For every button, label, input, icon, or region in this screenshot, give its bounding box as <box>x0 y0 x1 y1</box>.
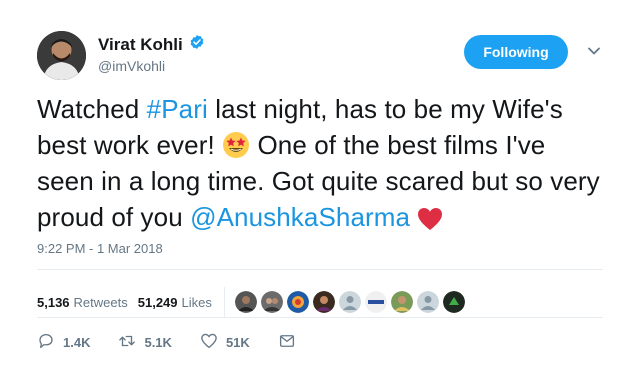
liker-avatar[interactable] <box>364 291 387 313</box>
tweet-stats: 5,136 Retweets 51,249 Likes <box>37 287 465 317</box>
liker-avatar[interactable] <box>260 291 283 313</box>
liker-avatar[interactable] <box>286 291 309 313</box>
heart-icon <box>200 332 218 353</box>
tweet-text-segment: Watched <box>37 94 147 124</box>
reply-count: 1.4K <box>63 335 91 350</box>
direct-message-button[interactable] <box>278 332 296 353</box>
retweet-icon <box>118 332 136 353</box>
liker-avatar[interactable] <box>338 291 361 313</box>
like-count: 51K <box>225 335 250 350</box>
chevron-down-icon[interactable] <box>587 44 601 58</box>
likes-label[interactable]: Likes <box>182 295 212 310</box>
tweet-timestamp[interactable]: 9:22 PM - 1 Mar 2018 <box>37 241 163 256</box>
author-name-row[interactable]: Virat Kohli <box>98 34 205 55</box>
following-button[interactable]: Following <box>464 35 568 69</box>
liker-avatar[interactable] <box>416 291 439 313</box>
retweets-count[interactable]: 5,136 <box>37 295 70 310</box>
mention-link[interactable]: @AnushkaSharma <box>190 202 410 232</box>
retweet-count: 5.1K <box>144 335 172 350</box>
liker-avatar[interactable] <box>390 291 413 313</box>
hashtag-link[interactable]: #Pari <box>147 94 208 124</box>
tweet-text: Watched #Pari last night, has to be my W… <box>37 91 607 235</box>
liker-avatar[interactable] <box>234 291 257 313</box>
author-avatar[interactable] <box>37 31 86 80</box>
verified-badge-icon <box>189 34 205 55</box>
retweet-button[interactable]: 5.1K <box>118 332 172 353</box>
tweet-actions: 1.4K 5.1K 51K <box>37 332 324 353</box>
likes-count[interactable]: 51,249 <box>138 295 178 310</box>
liker-avatars <box>234 291 465 313</box>
author-name[interactable]: Virat Kohli <box>98 35 183 55</box>
red-heart-emoji-icon <box>417 204 443 230</box>
liker-avatar[interactable] <box>312 291 335 313</box>
author-handle[interactable]: @imVkohli <box>98 58 165 74</box>
retweets-label[interactable]: Retweets <box>74 295 128 310</box>
star-struck-emoji-icon <box>222 131 250 159</box>
envelope-icon <box>278 332 296 353</box>
like-button[interactable]: 51K <box>200 332 250 353</box>
reply-button[interactable]: 1.4K <box>37 332 90 353</box>
liker-avatar[interactable] <box>442 291 465 313</box>
divider <box>223 287 225 317</box>
divider <box>37 269 603 270</box>
divider <box>37 317 603 318</box>
reply-icon <box>37 332 55 353</box>
